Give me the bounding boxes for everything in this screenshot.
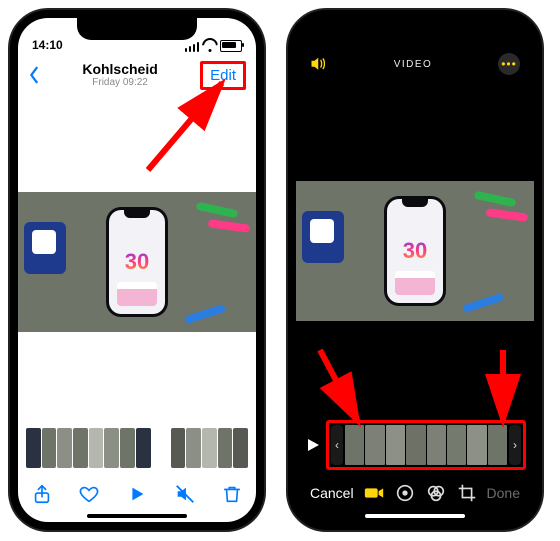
share-button[interactable] [31,483,53,505]
notch [355,18,475,40]
delete-button[interactable] [221,483,243,505]
viewer-content[interactable]: 30 [18,96,256,428]
nav-subtitle: Friday 09:22 [40,77,200,88]
play-button-mini[interactable] [304,436,322,454]
scrubber-thumbnails[interactable] [26,428,248,468]
scene-badge-number: 30 [125,249,149,275]
more-button[interactable]: ••• [498,53,520,75]
edit-button[interactable]: Edit [200,61,246,90]
video-tool[interactable] [363,482,385,504]
trim-handle-left[interactable]: ‹ [331,425,343,465]
filters-tool[interactable] [425,482,447,504]
trim-track[interactable]: ‹ › [326,420,526,470]
back-button[interactable] [28,66,40,84]
status-time: 14:10 [32,38,63,52]
scene-mug [302,211,344,263]
screen-viewer: 14:10 Kohlscheid Friday 09:22 Edit [18,18,256,522]
play-button[interactable] [126,483,148,505]
video-preview[interactable]: 30 [296,181,534,321]
favorite-button[interactable] [78,483,100,505]
wifi-icon [203,42,216,52]
home-indicator[interactable] [87,514,187,518]
scene-marker [196,202,239,219]
scene-marker [208,219,251,233]
notch [77,18,197,40]
screen-editor: VIDEO ••• 30 [296,18,534,522]
scene-marker [462,293,504,314]
cancel-button[interactable]: Cancel [310,485,354,501]
home-indicator[interactable] [365,514,465,518]
iphone-frame-left: 14:10 Kohlscheid Friday 09:22 Edit [10,10,264,530]
mute-button[interactable] [174,483,196,505]
trim-bar: ‹ › [304,424,526,466]
scene-phone: 30 [109,210,165,314]
scene-mug [24,222,66,274]
scene-phone: 30 [387,199,443,303]
trim-frames[interactable] [345,425,507,465]
video-preview[interactable]: 30 [18,192,256,332]
editor-content: 30 [296,82,534,420]
nav-location: Kohlscheid [40,62,200,77]
nav-bar: Kohlscheid Friday 09:22 Edit [18,54,256,96]
iphone-frame-right: VIDEO ••• 30 [288,10,542,530]
nav-title: Kohlscheid Friday 09:22 [40,62,200,88]
scene-marker [184,304,226,325]
cellular-icon [185,42,200,52]
scene-badge-number: 30 [403,238,427,264]
crop-tool[interactable] [456,482,478,504]
scene-marker [486,208,529,222]
editor-mode-label: VIDEO [328,59,498,70]
editor-topbar: VIDEO ••• [296,46,534,82]
sound-toggle[interactable] [310,57,328,71]
adjust-tool[interactable] [394,482,416,504]
battery-icon [220,40,242,52]
trim-handle-right[interactable]: › [509,425,521,465]
scene-marker [474,191,517,208]
done-button[interactable]: Done [487,485,520,501]
